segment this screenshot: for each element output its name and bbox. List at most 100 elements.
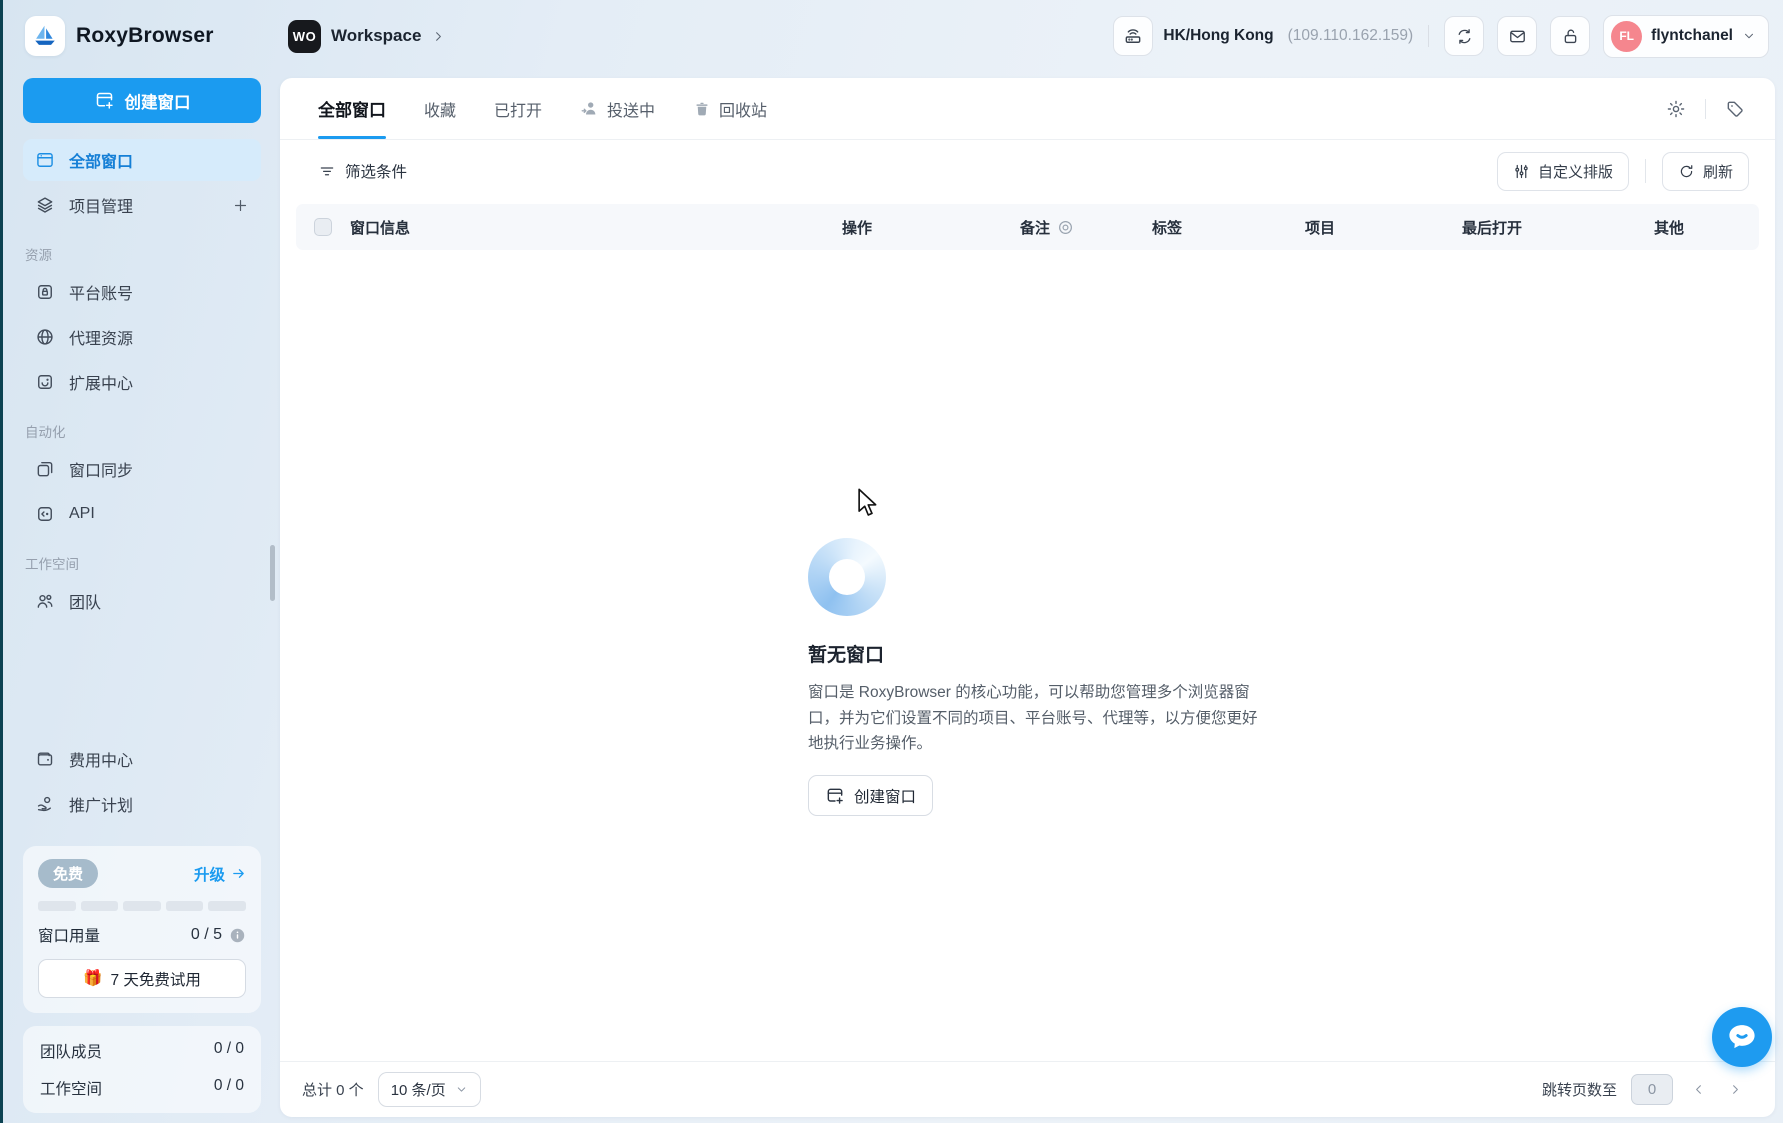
window-usage-label: 窗口用量 xyxy=(38,924,100,946)
tabs-bar: 全部窗口 收藏 已打开 投送中 回收站 xyxy=(280,78,1775,140)
sidebar-item-window-sync[interactable]: 窗口同步 xyxy=(23,448,261,490)
empty-title: 暂无窗口 xyxy=(808,640,1278,667)
total-count: 总计 0 个 xyxy=(302,1079,364,1100)
username: flyntchanel xyxy=(1651,27,1733,45)
messages-button[interactable] xyxy=(1497,16,1537,56)
tabs-divider xyxy=(1705,99,1706,119)
sidebar-item-api[interactable]: API xyxy=(23,493,261,535)
tab-opened[interactable]: 已打开 xyxy=(494,78,542,139)
window-sync-icon xyxy=(35,459,55,479)
chevron-right-icon xyxy=(431,29,446,44)
top-header: RoxyBrowser WO Workspace HK/Hong Kong(10… xyxy=(3,0,1783,72)
plan-badge: 免费 xyxy=(38,859,98,888)
select-all-checkbox[interactable] xyxy=(314,218,332,236)
tab-delivering[interactable]: 投送中 xyxy=(580,78,655,139)
usage-progress-bar xyxy=(38,901,246,911)
chat-bubble-icon xyxy=(1724,1019,1760,1055)
team-members-label: 团队成员 xyxy=(40,1040,102,1062)
user-menu[interactable]: FL flyntchanel xyxy=(1603,15,1769,58)
empty-create-window-button[interactable]: 创建窗口 xyxy=(808,775,933,816)
section-workspace: 工作空间 xyxy=(25,553,261,573)
window-usage-value: 0 / 5 xyxy=(191,926,222,944)
refresh-icon xyxy=(1678,163,1695,180)
custom-layout-button[interactable]: 自定义排版 xyxy=(1497,152,1629,191)
window-plus-icon xyxy=(94,90,115,111)
toolbar-divider xyxy=(1645,159,1646,183)
main-panel: 全部窗口 收藏 已打开 投送中 回收站 xyxy=(280,78,1775,1117)
layers-icon xyxy=(35,195,55,215)
empty-description: 窗口是 RoxyBrowser 的核心功能，可以帮助您管理多个浏览器窗口，并为它… xyxy=(808,680,1270,757)
stats-card: 团队成员 0 / 0 工作空间 0 / 0 xyxy=(23,1026,261,1113)
tags-button[interactable] xyxy=(1723,97,1747,121)
section-resources: 资源 xyxy=(25,244,261,264)
workspace-label: Workspace xyxy=(331,26,421,46)
table-header: 窗口信息 操作 备注 标签 项目 最后打开 其他 xyxy=(296,204,1759,250)
arrow-right-icon xyxy=(231,866,246,881)
next-page-button[interactable] xyxy=(1724,1078,1747,1101)
create-window-button[interactable]: 创建窗口 xyxy=(23,78,261,123)
column-window-info: 窗口信息 xyxy=(350,217,842,238)
tab-all-windows[interactable]: 全部窗口 xyxy=(318,78,386,139)
page-size-select[interactable]: 10 条/页 xyxy=(378,1072,481,1107)
window-icon xyxy=(35,150,55,170)
column-notes: 备注 xyxy=(1020,217,1152,238)
globe-icon xyxy=(35,327,55,347)
extension-icon xyxy=(35,372,55,392)
visibility-icon[interactable] xyxy=(1057,219,1074,236)
free-trial-button[interactable]: 🎁 7 天免费试用 xyxy=(38,959,246,998)
column-actions: 操作 xyxy=(842,217,1020,238)
sync-button[interactable] xyxy=(1444,16,1484,56)
workspace-count-label: 工作空间 xyxy=(40,1077,102,1099)
window-plus-icon xyxy=(825,786,845,806)
plan-card: 免费 升级 窗口用量 0 / 5 🎁 7 天免费试用 xyxy=(23,846,261,1013)
sliders-icon xyxy=(1513,163,1530,180)
person-send-icon xyxy=(580,99,599,118)
info-icon[interactable] xyxy=(229,927,246,944)
sidebar-item-billing-center[interactable]: 费用中心 xyxy=(23,738,261,780)
jump-page-input[interactable] xyxy=(1631,1074,1673,1105)
app-title: RoxyBrowser xyxy=(76,24,214,48)
chevron-left-icon xyxy=(1691,1082,1706,1097)
pagination-bar: 总计 0 个 10 条/页 跳转页数至 xyxy=(280,1061,1775,1117)
trash-icon xyxy=(693,100,711,118)
chevron-down-icon xyxy=(1742,29,1756,43)
prev-page-button[interactable] xyxy=(1687,1078,1710,1101)
sidebar-scrollbar[interactable] xyxy=(270,545,275,601)
tag-icon xyxy=(1725,99,1745,119)
sailboat-logo-icon xyxy=(25,16,65,56)
user-avatar: FL xyxy=(1611,21,1642,52)
lock-button[interactable] xyxy=(1550,16,1590,56)
refresh-button[interactable]: 刷新 xyxy=(1662,152,1749,191)
sidebar-item-project-management[interactable]: 项目管理 xyxy=(23,184,261,226)
add-project-icon[interactable] xyxy=(232,197,249,214)
api-code-icon xyxy=(35,504,55,524)
header-controls: HK/Hong Kong(109.110.162.159) FL flyntch… xyxy=(1113,15,1783,58)
tab-favorites[interactable]: 收藏 xyxy=(424,78,456,139)
sync-icon xyxy=(1455,27,1474,46)
column-project: 项目 xyxy=(1305,217,1462,238)
support-chat-button[interactable] xyxy=(1712,1007,1772,1067)
settings-button[interactable] xyxy=(1664,97,1688,121)
gift-icon: 🎁 xyxy=(83,969,102,988)
workspace-switcher[interactable]: WO Workspace xyxy=(288,20,446,53)
sidebar-item-extension-center[interactable]: 扩展中心 xyxy=(23,361,261,403)
sidebar-spacer xyxy=(23,625,261,738)
sidebar-item-platform-accounts[interactable]: 平台账号 xyxy=(23,271,261,313)
sidebar-item-proxy-resources[interactable]: 代理资源 xyxy=(23,316,261,358)
upgrade-link[interactable]: 升级 xyxy=(194,863,246,885)
filter-conditions[interactable]: 筛选条件 xyxy=(318,160,407,182)
account-lock-icon xyxy=(35,282,55,302)
column-other: 其他 xyxy=(1654,217,1759,238)
tab-recycle-bin[interactable]: 回收站 xyxy=(693,78,767,139)
sidebar-item-referral-program[interactable]: 推广计划 xyxy=(23,783,261,825)
jump-page-label: 跳转页数至 xyxy=(1542,1079,1617,1100)
column-last-opened: 最后打开 xyxy=(1462,217,1654,238)
empty-state: 暂无窗口 窗口是 RoxyBrowser 的核心功能，可以帮助您管理多个浏览器窗… xyxy=(808,538,1278,816)
chevron-down-icon xyxy=(455,1083,468,1096)
sidebar-item-all-windows[interactable]: 全部窗口 xyxy=(23,139,261,181)
network-status[interactable]: HK/Hong Kong(109.110.162.159) xyxy=(1113,16,1413,56)
hand-coin-icon xyxy=(35,794,55,814)
team-members-value: 0 / 0 xyxy=(214,1040,244,1062)
sidebar-item-team[interactable]: 团队 xyxy=(23,580,261,622)
header-divider xyxy=(1428,25,1429,47)
